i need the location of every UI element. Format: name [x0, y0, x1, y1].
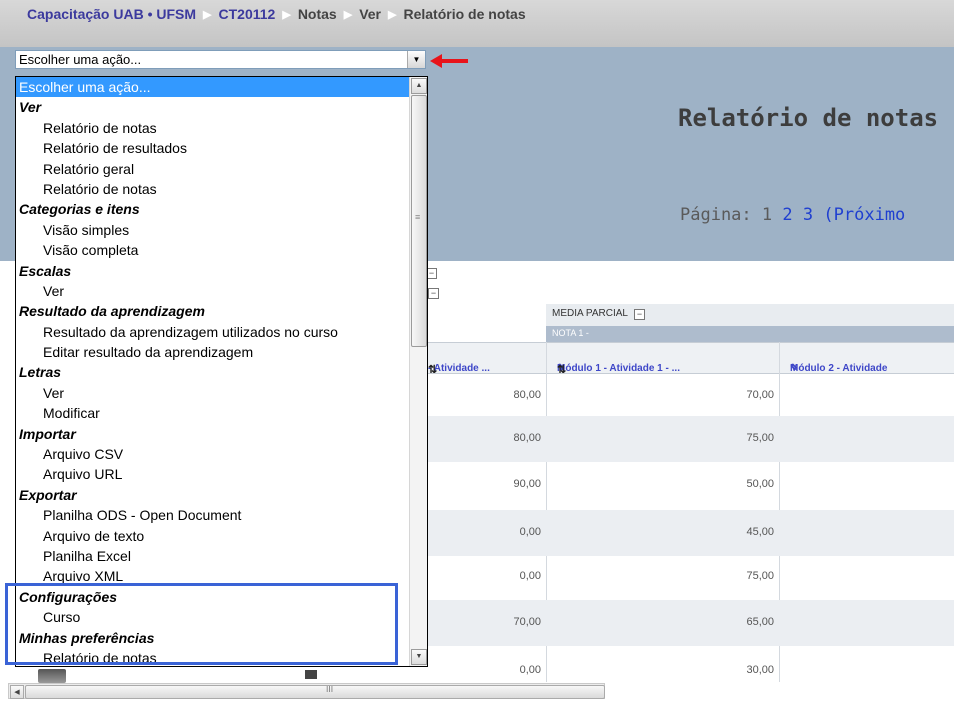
collapse-icon[interactable]: −	[428, 288, 439, 299]
option-group-label: Importar	[19, 425, 76, 442]
vertical-scrollbar[interactable]: ▲ ≡ ▼	[409, 77, 427, 666]
option-group-label: Escalas	[19, 262, 72, 279]
subcategory-header-label: NOTA 1 -	[552, 328, 589, 338]
horizontal-scrollbar[interactable]: ◀ III	[8, 683, 605, 699]
breadcrumb-current: Relatório de notas	[403, 6, 526, 22]
breadcrumb-view[interactable]: Ver	[359, 6, 381, 22]
breadcrumb-separator-icon: ▶	[388, 9, 397, 21]
action-select-value: Escolher uma ação...	[19, 52, 142, 67]
pointer-arrow-icon	[430, 54, 468, 68]
breadcrumb-separator-icon: ▶	[282, 9, 291, 21]
grade-cell[interactable]: 65,00	[746, 616, 774, 628]
grip-icon: ≡	[415, 212, 421, 222]
option-item[interactable]: Arquivo CSV	[16, 444, 427, 464]
option-item[interactable]: Arquivo de texto	[16, 526, 427, 546]
option-group-label: Resultado da aprendizagem	[19, 303, 205, 320]
grade-cell[interactable]: 70,00	[513, 616, 541, 628]
table-row: 90,00 50,00	[426, 462, 954, 508]
option-item[interactable]: Relatório de resultados	[16, 138, 427, 158]
grade-cell[interactable]: 50,00	[746, 478, 774, 490]
option-item[interactable]: Planilha ODS - Open Document	[16, 505, 427, 525]
chevron-down-icon[interactable]: ▼	[407, 51, 425, 68]
option-group-label: Ver	[19, 99, 42, 116]
action-select-dropdown[interactable]: Escolher uma ação... Ver Relatório de nota…	[15, 76, 428, 667]
scroll-down-icon[interactable]: ▼	[411, 649, 427, 665]
scroll-left-icon[interactable]: ◀	[10, 685, 24, 699]
grade-cell[interactable]: 30,00	[746, 664, 774, 676]
option-item[interactable]: Relatório geral	[16, 159, 427, 179]
table-row: 0,00 45,00	[426, 510, 954, 556]
category-header: MEDIA PARCIAL −	[546, 304, 954, 327]
annotation-highlight-box	[5, 583, 398, 665]
grade-cell[interactable]: 75,00	[746, 570, 774, 582]
action-select[interactable]: Escolher uma ação... ▼	[15, 50, 426, 69]
table-row: 0,00 75,00	[426, 554, 954, 600]
option-item[interactable]: Ver	[16, 281, 427, 301]
page-next-link[interactable]: (Próximo	[823, 205, 905, 225]
page-title: Relatório de notas	[678, 104, 939, 132]
breadcrumb: Capacitação UAB • UFSM ▶ CT20112 ▶ Notas ▶ Ver…	[27, 6, 526, 22]
option-group-label: Exportar	[19, 486, 77, 503]
option-item[interactable]: Ver	[16, 383, 427, 403]
page-current: 1	[761, 205, 773, 225]
avatar	[38, 669, 66, 683]
option-item[interactable]: Modificar	[16, 403, 427, 423]
option-group-label: Categorias e itens	[19, 201, 140, 218]
breadcrumb-grades[interactable]: Notas	[298, 6, 337, 22]
category-header-label: MEDIA PARCIAL	[552, 308, 628, 319]
option-item[interactable]: Arquivo URL	[16, 464, 427, 484]
grader-table: − − MEDIA PARCIAL − NOTA 1 - - Atividade…	[426, 262, 954, 682]
table-row: 70,00 65,00	[426, 600, 954, 646]
subcategory-header: NOTA 1 -	[546, 326, 954, 342]
breadcrumb-separator-icon: ▶	[203, 9, 212, 21]
navbar: Capacitação UAB • UFSM ▶ CT20112 ▶ Notas ▶ Ver…	[0, 0, 954, 47]
grade-cell[interactable]: 0,00	[520, 526, 541, 538]
grade-cell[interactable]: 70,00	[746, 389, 774, 401]
collapse-icon[interactable]: −	[634, 309, 645, 320]
grip-icon: III	[326, 685, 334, 694]
grade-cell[interactable]: 80,00	[513, 389, 541, 401]
page-link-2[interactable]: 2	[782, 205, 792, 225]
table-row: 80,00 70,00	[426, 373, 954, 419]
scroll-thumb[interactable]: III	[25, 685, 605, 699]
grade-cell[interactable]: 0,00	[520, 664, 541, 676]
option-item[interactable]: Resultado da aprendizagem utilizados no …	[16, 322, 427, 342]
breadcrumb-course-site[interactable]: Capacitação UAB • UFSM	[27, 6, 196, 22]
grade-cell[interactable]: 75,00	[746, 432, 774, 444]
option-group-label: Letras	[19, 364, 62, 381]
column-header-2[interactable]: ✎ Módulo 1 - Atividade 1 - ... ⇅	[547, 342, 779, 374]
column-header-3[interactable]: ✎ Módulo 2 - Atividade	[780, 342, 954, 374]
grade-cell[interactable]: 90,00	[513, 478, 541, 490]
scroll-thumb[interactable]: ≡	[411, 95, 427, 347]
grade-cell[interactable]: 45,00	[746, 526, 774, 538]
option-item[interactable]: Relatório de notas	[16, 179, 427, 199]
breadcrumb-separator-icon: ▶	[343, 9, 353, 21]
option-list: Escolher uma ação... Ver Relatório de nota…	[16, 77, 427, 666]
option-item[interactable]: Visão completa	[16, 240, 427, 260]
grade-cell[interactable]: 0,00	[520, 570, 541, 582]
scroll-up-icon[interactable]: ▲	[411, 78, 427, 94]
page-link-3[interactable]: 3	[803, 205, 813, 225]
grade-cell[interactable]: 80,00	[513, 432, 541, 444]
table-row: 80,00 75,00	[426, 416, 954, 462]
breadcrumb-course[interactable]: CT20112	[219, 6, 276, 22]
option-item[interactable]: Escolher uma ação...	[16, 77, 427, 98]
option-item[interactable]: Visão simples	[16, 220, 427, 240]
pagination: Página: 1 2 3 (Próximo	[680, 205, 905, 225]
calendar-icon[interactable]	[305, 670, 317, 679]
option-item[interactable]: Relatório de notas	[16, 118, 427, 138]
pagination-label: Página:	[680, 205, 752, 225]
column-header-1[interactable]: - Atividade ... ⇅	[426, 342, 546, 374]
option-item[interactable]: Planilha Excel	[16, 546, 427, 566]
option-item[interactable]: Editar resultado da aprendizagem	[16, 342, 427, 362]
